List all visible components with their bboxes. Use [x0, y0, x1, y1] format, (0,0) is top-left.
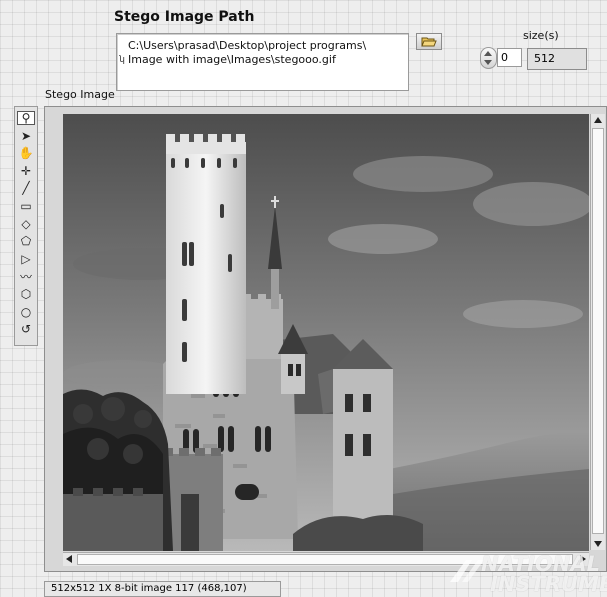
browse-button[interactable] [416, 33, 442, 50]
hand-icon: ✋ [18, 146, 34, 161]
roi-toolbar: ⚲ ➤ ✋ ✛ ╱ ▭ ◇ ⬠ ▷ 〰 ⬡ ○ ↺ [14, 106, 38, 346]
annulus-tool[interactable]: ⬠ [17, 234, 35, 248]
decrement-arrow-icon[interactable] [484, 60, 492, 65]
castle-image [63, 114, 589, 551]
rotated-rectangle-icon: ◇ [21, 216, 31, 231]
oval-icon: ○ [20, 304, 32, 319]
path-value-line-1: C:\Users\prasad\Desktop\project programs… [128, 39, 367, 52]
freehand-icon: 〰 [19, 269, 32, 284]
annulus-icon: ⬠ [20, 234, 32, 249]
rectangle-icon: ▭ [20, 199, 32, 213]
path-input[interactable]: ʮ C:\Users\prasad\Desktop\project progra… [116, 33, 409, 91]
rotated-rectangle-tool[interactable]: ◇ [17, 217, 35, 231]
polyline-icon: ▷ [21, 251, 31, 266]
freehand-region-icon: ↺ [20, 322, 32, 337]
select-tool[interactable]: ➤ [17, 129, 35, 143]
watermark-line-2: INSTRUMENTS [490, 572, 607, 596]
size-array-label: size(s) [523, 29, 559, 42]
national-instruments-watermark: NATIONAL INSTRUMENTS [448, 550, 607, 596]
rectangle-tool[interactable]: ▭ [17, 199, 35, 213]
array-index-stepper[interactable] [480, 47, 497, 69]
vertical-scrollbar[interactable] [590, 114, 605, 550]
crosshair-icon: ✛ [20, 163, 32, 178]
stego-image[interactable] [63, 114, 589, 551]
size-value-field: 512 [527, 48, 587, 70]
polyline-tool[interactable]: ▷ [17, 252, 35, 266]
path-value-line-2: Image with image\Images\stegooo.gif [128, 53, 336, 66]
freehand-tool[interactable]: 〰 [17, 269, 35, 284]
pan-tool[interactable]: ✋ [17, 146, 35, 160]
point-tool[interactable]: ✛ [17, 164, 35, 178]
increment-arrow-icon[interactable] [484, 51, 492, 56]
scroll-down-icon[interactable] [594, 541, 602, 547]
zoom-tool[interactable]: ⚲ [17, 111, 35, 125]
scroll-left-icon[interactable] [66, 555, 72, 563]
line-icon: ╱ [22, 181, 30, 196]
array-index-field[interactable]: 0 [497, 48, 522, 67]
path-type-icon: ʮ [119, 55, 125, 65]
scroll-up-icon[interactable] [594, 117, 602, 123]
stego-image-label: Stego Image [45, 88, 115, 101]
magnifier-icon: ⚲ [21, 111, 31, 125]
polygon-tool[interactable]: ⬡ [17, 287, 35, 301]
path-control-label: Stego Image Path [114, 9, 255, 25]
folder-open-icon [421, 37, 437, 47]
arrow-cursor-icon: ➤ [20, 128, 32, 143]
freehand-region-tool[interactable]: ↺ [17, 322, 35, 336]
image-info-status: 512x512 1X 8-bit image 117 (468,107) [44, 581, 281, 597]
line-tool[interactable]: ╱ [17, 181, 35, 195]
oval-tool[interactable]: ○ [17, 305, 35, 319]
polygon-icon: ⬡ [20, 287, 32, 301]
vertical-scroll-thumb[interactable] [592, 128, 604, 534]
